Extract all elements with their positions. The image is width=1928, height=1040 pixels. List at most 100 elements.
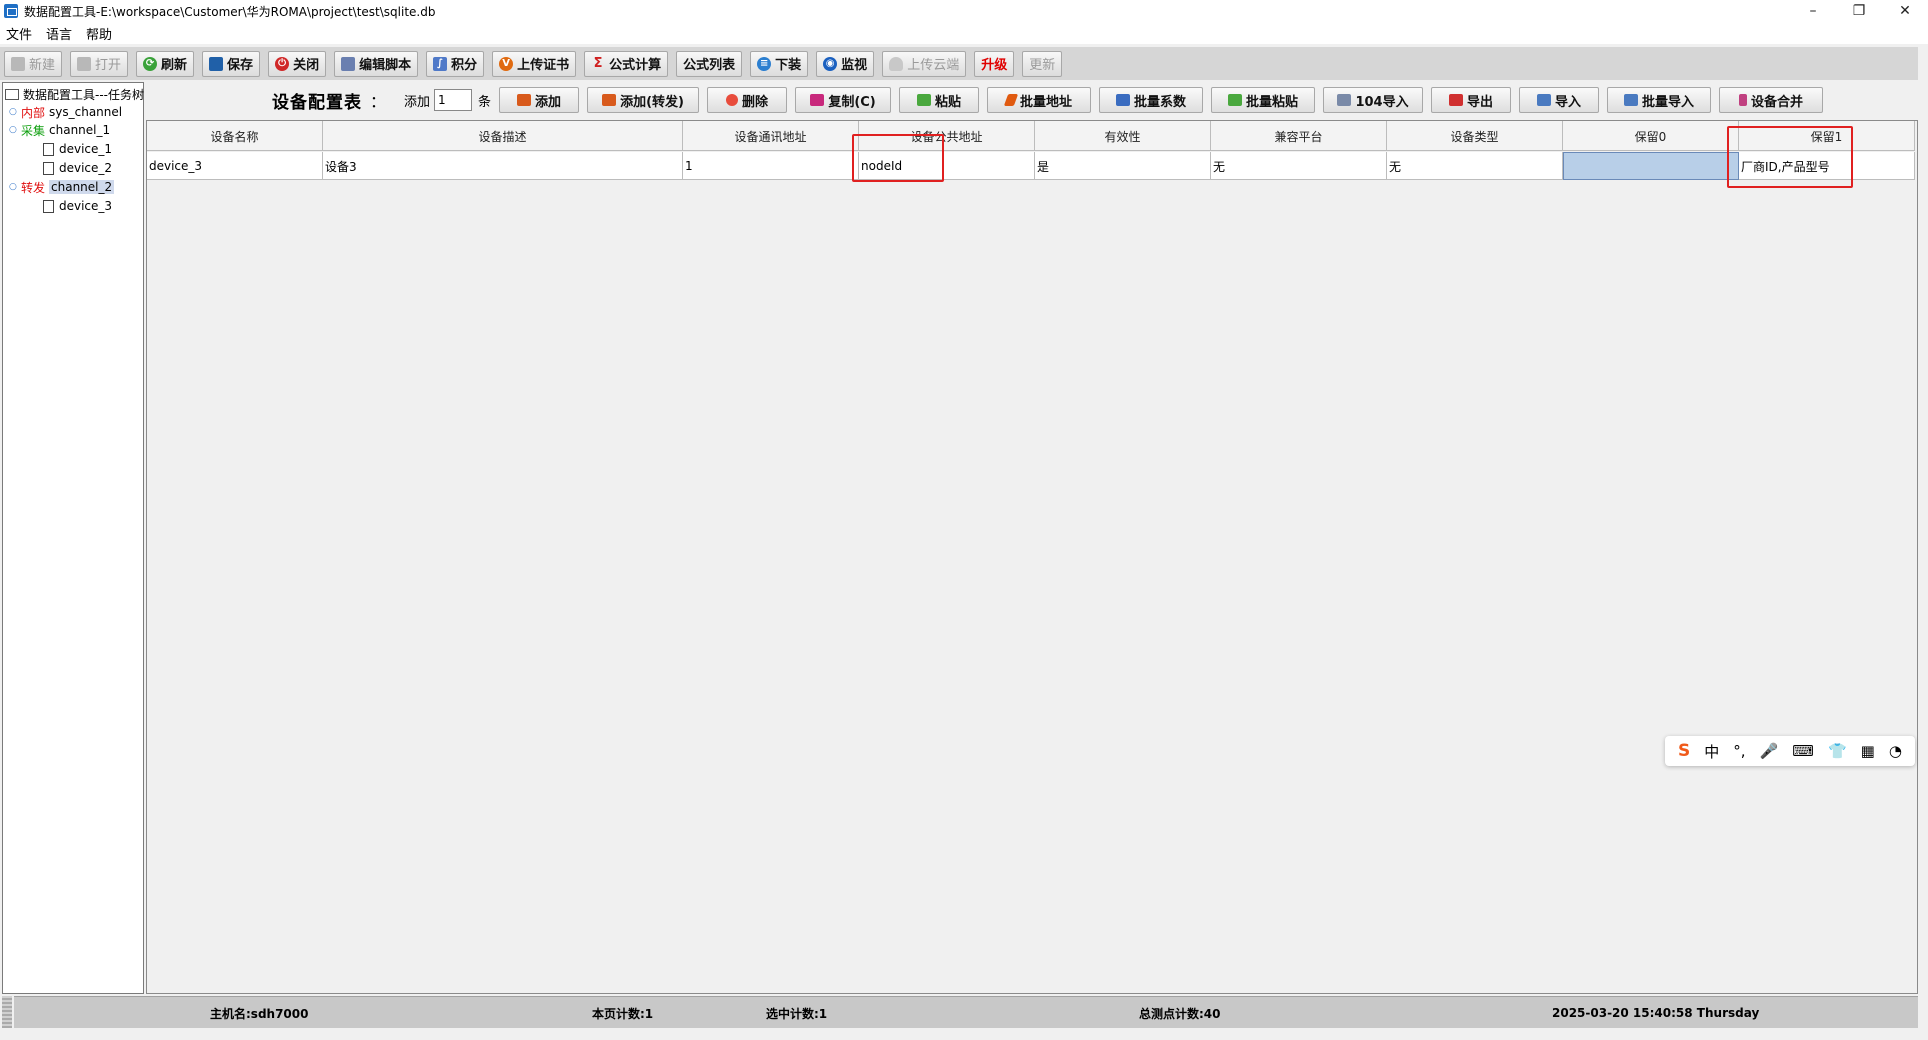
skin-icon[interactable]: 👕 xyxy=(1828,742,1847,760)
cloud-upload-icon xyxy=(889,56,904,71)
open-button[interactable]: 打开 xyxy=(70,50,129,77)
add-icon xyxy=(517,94,532,106)
tree-node-device-3[interactable]: device_3 xyxy=(43,197,112,215)
update-button[interactable]: 更新 xyxy=(1022,50,1063,77)
column-header-device-desc[interactable]: 设备描述 xyxy=(323,121,683,151)
import-button[interactable]: 导入 xyxy=(1519,87,1600,113)
formula-calc-button[interactable]: Σ 公式计算 xyxy=(584,50,669,77)
resize-grip[interactable] xyxy=(2,996,12,1028)
new-button[interactable]: 新建 xyxy=(4,50,63,77)
integral-button[interactable]: ∫ 积分 xyxy=(426,50,485,77)
new-icon xyxy=(11,56,25,71)
tree-expand-icon[interactable]: ○ xyxy=(9,183,17,192)
tree-node-channel-1[interactable]: ○ 采集 channel_1 xyxy=(9,121,110,139)
save-icon xyxy=(209,56,224,71)
device-merge-button[interactable]: 设备合并 xyxy=(1719,87,1824,113)
unit-label: 条 xyxy=(478,94,492,110)
refresh-icon: ⟳ xyxy=(143,56,158,71)
tree-root[interactable]: 数据配置工具---任务树 xyxy=(5,85,144,103)
paste-icon xyxy=(1228,94,1243,106)
column-header-reserved-0[interactable]: 保留0 xyxy=(1563,121,1739,151)
punctuation-icon[interactable]: °, xyxy=(1733,742,1745,760)
batch-coefficient-button[interactable]: 批量系数 xyxy=(1099,87,1204,113)
add-forward-button[interactable]: 添加(转发) xyxy=(587,87,700,113)
maximize-button[interactable]: ❐ xyxy=(1836,0,1882,22)
keyboard-icon[interactable]: ⌨ xyxy=(1792,742,1814,760)
ime-toolbar: S 中 °, 🎤 ⌨ 👕 ▦ ◔ xyxy=(1665,736,1915,766)
import-104-button[interactable]: 104导入 xyxy=(1323,87,1424,113)
save-button[interactable]: 保存 xyxy=(202,50,261,77)
window-controls: – ❐ ✕ xyxy=(1790,0,1928,22)
cell-reserved-0[interactable] xyxy=(1563,152,1739,180)
microphone-icon[interactable]: 🎤 xyxy=(1760,742,1779,760)
batch-import-icon xyxy=(1624,94,1639,106)
menu-language[interactable]: 语言 xyxy=(46,24,72,43)
download-button[interactable]: ≡ 下装 xyxy=(750,50,809,77)
sogou-logo-icon[interactable]: S xyxy=(1678,741,1690,761)
app-icon xyxy=(4,4,18,18)
add-count-label: 添加 xyxy=(404,94,431,110)
main-toolbar: 新建 打开 ⟳ 刷新 保存 ⏻ 关闭 编辑脚本 ∫ 积分 V 上传证书 Σ 公式计算 公式… xyxy=(0,47,1918,80)
add-button[interactable]: 添加 xyxy=(499,87,580,113)
power-icon: ⏻ xyxy=(275,56,290,71)
copy-icon xyxy=(810,94,825,106)
upgrade-button[interactable]: 升级 xyxy=(974,50,1015,77)
batch-address-button[interactable]: 批量地址 xyxy=(987,87,1092,113)
script-icon xyxy=(341,56,356,71)
batch-import-button[interactable]: 批量导入 xyxy=(1607,87,1712,113)
export-icon xyxy=(1449,94,1464,106)
window-title: 数据配置工具-E:\workspace\Customer\华为ROMA\proj… xyxy=(24,4,436,19)
add-count-input[interactable] xyxy=(434,89,473,111)
tree-node-device-1[interactable]: device_1 xyxy=(43,140,112,158)
list-icon: ≡ xyxy=(757,56,772,71)
copy-button[interactable]: 复制(C) xyxy=(795,87,892,113)
cell-comm-address[interactable]: 1 xyxy=(683,152,859,180)
column-header-validity[interactable]: 有效性 xyxy=(1035,121,1211,151)
status-host: 主机名:sdh7000 xyxy=(210,1006,309,1021)
monitor-button[interactable]: ◉ 监视 xyxy=(816,50,875,77)
delete-button[interactable]: 删除 xyxy=(707,87,788,113)
certificate-icon: V xyxy=(499,56,514,71)
close-button[interactable]: ⏻ 关闭 xyxy=(268,50,327,77)
column-header-device-name[interactable]: 设备名称 xyxy=(147,121,323,151)
more-icon[interactable]: ◔ xyxy=(1889,742,1902,760)
status-total-points: 总测点计数:40 xyxy=(1139,1006,1221,1021)
cell-validity[interactable]: 是 xyxy=(1035,152,1211,180)
file-icon xyxy=(43,199,54,213)
tree-expand-icon[interactable]: ○ xyxy=(9,108,17,117)
table-row[interactable]: device_3 设备3 1 nodeId 是 无 无 厂商ID,产品型号 xyxy=(147,152,1915,180)
export-button[interactable]: 导出 xyxy=(1431,87,1512,113)
cell-device-desc[interactable]: 设备3 xyxy=(323,152,683,180)
monitor-icon: ◉ xyxy=(823,56,838,71)
paste-icon xyxy=(917,94,932,106)
tree-root-icon xyxy=(5,88,19,100)
tree-node-device-2[interactable]: device_2 xyxy=(43,159,112,177)
formula-list-button[interactable]: 公式列表 xyxy=(676,50,743,77)
batch-paste-button[interactable]: 批量粘贴 xyxy=(1211,87,1316,113)
refresh-button[interactable]: ⟳ 刷新 xyxy=(136,50,195,77)
menu-help[interactable]: 帮助 xyxy=(86,24,112,43)
upload-cloud-button[interactable]: 上传云端 xyxy=(882,50,967,77)
tree-node-channel-2[interactable]: ○ 转发 channel_2 xyxy=(9,178,115,196)
cell-platform[interactable]: 无 xyxy=(1211,152,1387,180)
paste-button[interactable]: 粘贴 xyxy=(899,87,980,113)
column-header-comm-address[interactable]: 设备通讯地址 xyxy=(683,121,859,151)
close-window-button[interactable]: ✕ xyxy=(1882,0,1928,22)
upload-cert-button[interactable]: V 上传证书 xyxy=(492,50,577,77)
menu-bar: 文件 语言 帮助 xyxy=(0,22,1928,44)
cell-device-name[interactable]: device_3 xyxy=(147,152,323,180)
integral-icon: ∫ xyxy=(433,56,448,71)
column-header-platform[interactable]: 兼容平台 xyxy=(1211,121,1387,151)
edit-script-button[interactable]: 编辑脚本 xyxy=(334,50,419,77)
minimize-button[interactable]: – xyxy=(1790,0,1836,22)
tree-node-sys-channel[interactable]: ○ 内部 sys_channel xyxy=(9,103,122,121)
apps-grid-icon[interactable]: ▦ xyxy=(1861,742,1875,760)
tree-expand-icon[interactable]: ○ xyxy=(9,126,17,135)
import-icon xyxy=(1537,94,1552,106)
cell-device-type[interactable]: 无 xyxy=(1387,152,1563,180)
column-header-device-type[interactable]: 设备类型 xyxy=(1387,121,1563,151)
status-page-count: 本页计数:1 xyxy=(592,1006,654,1021)
ime-mode-toggle[interactable]: 中 xyxy=(1704,741,1719,762)
menu-file[interactable]: 文件 xyxy=(6,24,32,43)
highlight-box-reserved-1 xyxy=(1727,126,1853,188)
